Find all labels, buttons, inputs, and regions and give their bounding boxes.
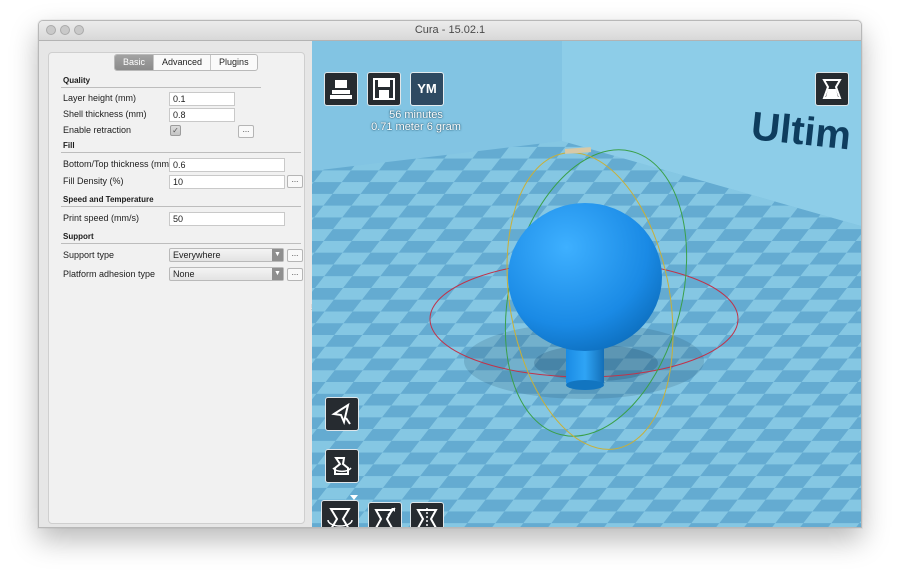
load-model-icon	[330, 80, 352, 99]
chevron-down-icon: ▼	[272, 249, 283, 261]
platform-adhesion-select[interactable]: None ▼	[169, 267, 284, 281]
title-bar: Cura - 15.02.1	[39, 21, 861, 41]
rotate-reset-icon	[332, 457, 352, 475]
layer-height-label: Layer height (mm)	[63, 93, 137, 103]
fill-density-label: Fill Density (%)	[63, 176, 124, 186]
model-sphere	[508, 203, 662, 351]
load-model-button[interactable]	[324, 72, 358, 106]
print-material: 0.71 meter 6 gram	[371, 121, 461, 133]
shell-thickness-label: Shell thickness (mm)	[63, 109, 147, 119]
settings-box: Basic Advanced Plugins Quality Layer hei…	[48, 52, 305, 524]
window-title: Cura - 15.02.1	[414, 24, 486, 36]
section-title-fill: Fill	[63, 141, 75, 150]
shell-thickness-input[interactable]: 0.8	[169, 108, 235, 122]
view-mode-icon	[822, 79, 842, 99]
rotate-reset-button[interactable]	[325, 449, 359, 483]
support-type-select[interactable]: Everywhere ▼	[169, 248, 284, 262]
section-title-speed: Speed and Temperature	[63, 195, 154, 204]
layer-height-input[interactable]: 0.1	[169, 92, 235, 106]
view-mode-button[interactable]	[815, 72, 849, 106]
section-title-quality: Quality	[63, 76, 91, 85]
bottom-top-thickness-input[interactable]: 0.6	[169, 158, 285, 172]
support-type-value: Everywhere	[173, 250, 221, 260]
retraction-more-button[interactable]: ...	[238, 125, 254, 138]
print-speed-input[interactable]: 50	[169, 212, 285, 226]
mirror-tool-icon	[416, 508, 438, 527]
bottom-top-thickness-label: Bottom/Top thickness (mm)	[63, 159, 173, 169]
platform-adhesion-more-button[interactable]: ...	[287, 268, 303, 281]
section-divider	[61, 243, 301, 244]
youmagine-button[interactable]: YM	[410, 72, 444, 106]
lay-flat-icon	[331, 402, 351, 426]
lay-flat-button[interactable]	[325, 397, 359, 431]
settings-tabs: Basic Advanced Plugins	[114, 54, 258, 71]
print-speed-label: Print speed (mm/s)	[63, 213, 140, 223]
support-type-label: Support type	[63, 250, 115, 260]
section-divider	[61, 206, 301, 207]
3d-viewport[interactable]: Ultim YM 56 minutes 0.71 meter 6 gram	[312, 41, 861, 527]
section-title-support: Support	[63, 232, 94, 241]
mirror-tool-button[interactable]	[410, 502, 444, 527]
print-time: 56 minutes	[389, 109, 443, 121]
fill-density-input[interactable]: 10	[169, 175, 285, 189]
save-toolpath-button[interactable]	[367, 72, 401, 106]
tab-advanced[interactable]: Advanced	[154, 55, 212, 70]
app-window: Cura - 15.02.1 Basic Advanced Plugins Qu…	[38, 20, 862, 528]
platform-adhesion-label: Platform adhesion type	[63, 269, 156, 279]
platform-adhesion-value: None	[173, 269, 195, 279]
scale-tool-button[interactable]	[368, 502, 402, 527]
chevron-down-icon: ▼	[272, 268, 283, 280]
rotate-tool-button[interactable]	[321, 495, 359, 527]
support-type-more-button[interactable]: ...	[287, 249, 303, 262]
enable-retraction-checkbox[interactable]: ✓	[170, 125, 181, 136]
tab-plugins[interactable]: Plugins	[211, 55, 257, 70]
settings-panel: Basic Advanced Plugins Quality Layer hei…	[39, 41, 315, 527]
tab-basic[interactable]: Basic	[115, 55, 155, 70]
panel-splitter-handle[interactable]: ⋮	[309, 304, 315, 311]
menu-triangle-icon	[350, 495, 358, 500]
section-divider	[61, 152, 301, 153]
save-icon	[373, 78, 395, 100]
rotate-tool-icon	[327, 508, 353, 527]
fill-density-more-button[interactable]: ...	[287, 175, 303, 188]
section-divider	[61, 87, 261, 88]
scale-tool-icon	[374, 507, 396, 527]
enable-retraction-label: Enable retraction	[63, 125, 132, 135]
